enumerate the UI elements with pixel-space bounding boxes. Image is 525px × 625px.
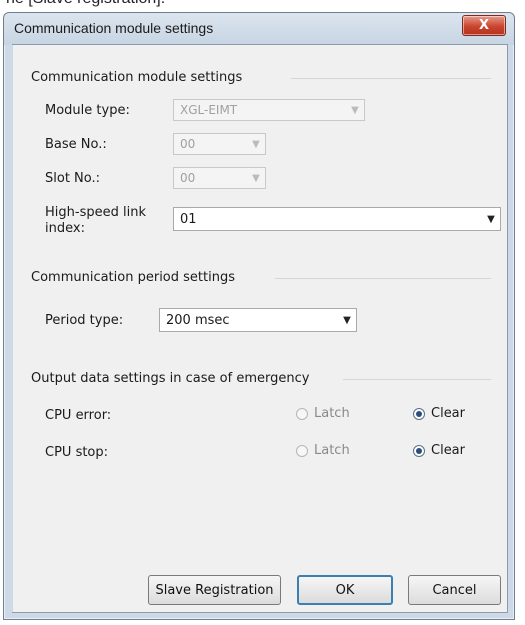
close-button[interactable]: X [462, 15, 506, 36]
slot-no-label: Slot No.: [45, 171, 101, 186]
module-type-label: Module type: [45, 103, 130, 118]
close-icon: X [478, 18, 490, 33]
group-separator [291, 78, 491, 79]
window-frame-left [5, 45, 13, 612]
base-no-value: 00 [180, 137, 196, 151]
radio-icon [296, 444, 308, 457]
radio-label: Clear [431, 406, 465, 421]
hs-link-index-dropdown[interactable]: 01 ▼ [173, 207, 501, 231]
period-type-label: Period type: [45, 313, 124, 328]
base-no-dropdown[interactable]: 00 ▼ [173, 133, 266, 155]
module-settings-group-title: Communication module settings [31, 70, 243, 85]
dialog-window: Communication module settings X Communic… [3, 12, 515, 620]
caption-fragment: he [Slave registration]. [6, 0, 165, 8]
hs-link-label-line1: High-speed link [45, 205, 146, 220]
cancel-button[interactable]: Cancel [408, 575, 501, 605]
cpu-error-latch-radio[interactable]: Latch [296, 406, 350, 421]
hs-link-label-line2: index: [45, 221, 85, 236]
slave-registration-button[interactable]: Slave Registration [148, 575, 281, 605]
slot-no-value: 00 [180, 171, 196, 185]
radio-label: Latch [314, 443, 350, 458]
cpu-stop-latch-radio[interactable]: Latch [296, 443, 350, 458]
hs-link-index-value: 01 [180, 211, 197, 227]
dialog-title: Communication module settings [14, 20, 214, 36]
chevron-down-icon: ▼ [252, 172, 260, 184]
period-type-value: 200 msec [166, 312, 230, 328]
period-type-dropdown[interactable]: 200 msec ▼ [159, 308, 357, 332]
group-separator [275, 278, 491, 279]
radio-label: Clear [431, 443, 465, 458]
module-type-dropdown[interactable]: XGL-EIMT ▼ [173, 99, 365, 121]
cpu-error-clear-radio[interactable]: Clear [413, 406, 465, 421]
title-bar: Communication module settings X [4, 13, 514, 45]
cpu-stop-clear-radio[interactable]: Clear [413, 443, 465, 458]
base-no-label: Base No.: [45, 137, 107, 152]
slot-no-dropdown[interactable]: 00 ▼ [173, 167, 266, 189]
radio-selected-icon [413, 407, 425, 420]
ok-button[interactable]: OK [297, 575, 393, 605]
radio-icon [296, 407, 308, 420]
radio-label: Latch [314, 406, 350, 421]
chevron-down-icon: ▼ [487, 213, 495, 225]
cpu-error-label: CPU error: [45, 408, 112, 423]
cpu-stop-label: CPU stop: [45, 445, 109, 460]
chevron-down-icon: ▼ [351, 104, 359, 116]
dialog-client-area: Communication module settings Module typ… [5, 44, 508, 613]
module-type-value: XGL-EIMT [180, 103, 238, 117]
radio-selected-icon [413, 444, 425, 457]
group-separator [343, 379, 491, 380]
chevron-down-icon: ▼ [252, 138, 260, 150]
chevron-down-icon: ▼ [343, 314, 351, 326]
period-settings-group-title: Communication period settings [31, 270, 235, 285]
emergency-settings-group-title: Output data settings in case of emergenc… [31, 371, 310, 386]
